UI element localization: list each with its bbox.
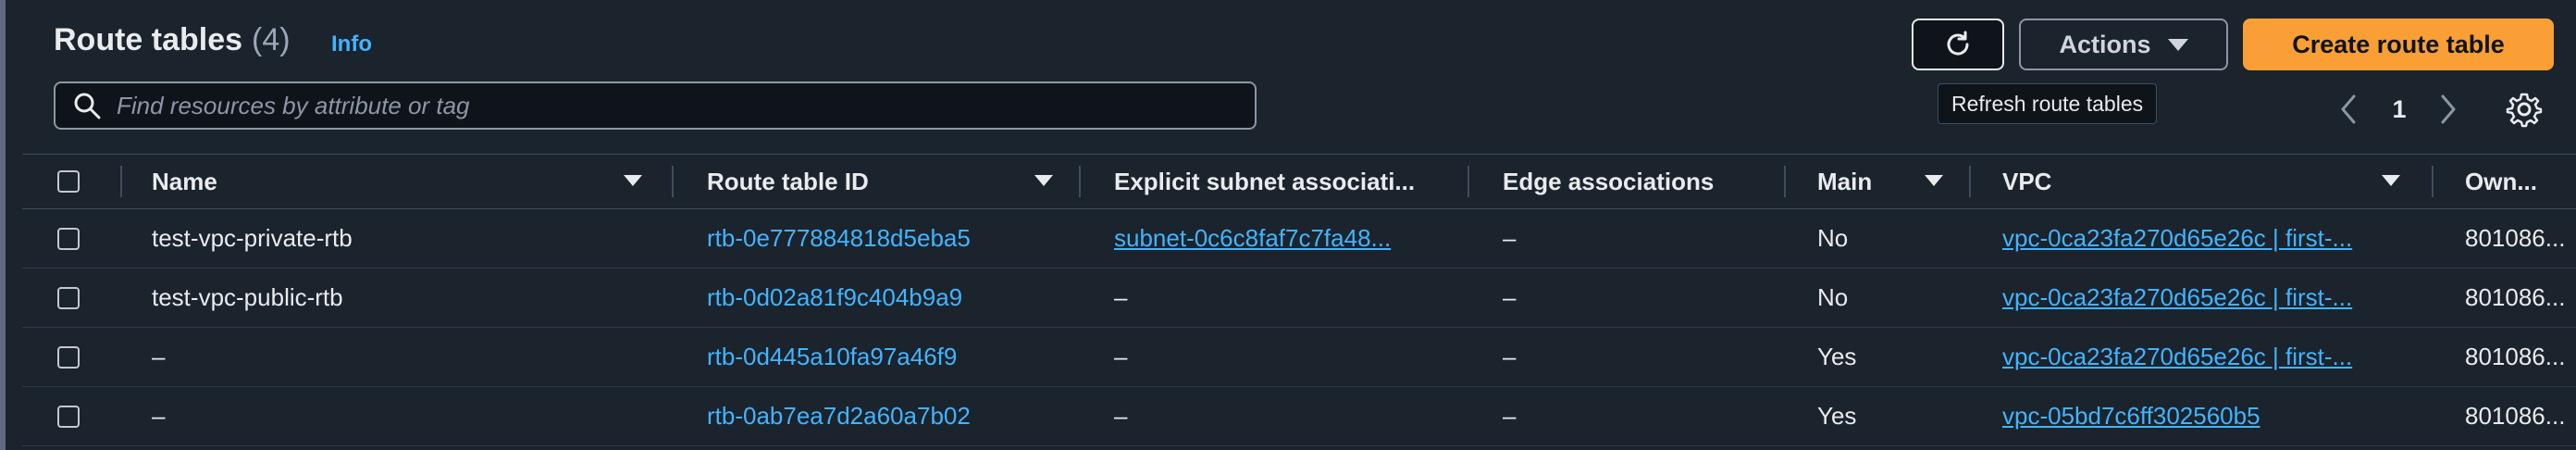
table-row[interactable]: – rtb-0ab7ea7d2a60a7b02 – – Yes vpc-05bd…: [22, 387, 2576, 446]
cell-route-table-id[interactable]: rtb-0d445a10fa97a46f9: [707, 328, 1077, 386]
search-input[interactable]: [115, 90, 1255, 121]
caret-down-icon: [2167, 38, 2188, 51]
cell-vpc[interactable]: vpc-0ca23fa270d65e26c | first-...: [2002, 328, 2419, 386]
search-box[interactable]: [54, 81, 1257, 130]
cell-vpc[interactable]: vpc-05bd7c6ff302560b5: [2002, 387, 2419, 445]
cell-route-table-id[interactable]: rtb-0e777884818d5eba5: [707, 209, 1077, 268]
column-header-name[interactable]: Name: [152, 155, 651, 208]
sort-down-icon[interactable]: [1925, 175, 1943, 186]
row-checkbox[interactable]: [57, 345, 80, 369]
column-header-route-table-id[interactable]: Route table ID: [707, 155, 1077, 208]
cell-name: test-vpc-private-rtb: [152, 224, 353, 252]
refresh-tooltip: Refresh route tables: [1938, 83, 2158, 124]
cell-owner: 801086...: [2465, 343, 2566, 370]
cell-edge-associations: –: [1503, 343, 1517, 370]
cell-vpc[interactable]: vpc-0ca23fa270d65e26c | first-...: [2002, 269, 2419, 327]
actions-dropdown-button[interactable]: Actions: [2019, 19, 2228, 70]
current-page[interactable]: 1: [2385, 91, 2413, 128]
table-row[interactable]: – rtb-0d445a10fa97a46f9 – – Yes vpc-0ca2…: [22, 328, 2576, 387]
cell-name: –: [152, 402, 166, 430]
table-header: Name Route table ID Explicit subnet asso…: [22, 154, 2576, 209]
create-route-table-button[interactable]: Create route table: [2243, 19, 2554, 70]
select-all-checkbox[interactable]: [57, 170, 80, 193]
column-header-subnet-associations[interactable]: Explicit subnet associati...: [1114, 155, 1447, 208]
column-divider: [1784, 166, 1786, 197]
actions-label: Actions: [2059, 30, 2151, 58]
search-icon: [74, 93, 101, 119]
route-table-count: (4): [252, 22, 291, 57]
page-title: Route tables (4): [54, 22, 291, 58]
cell-main: No: [1817, 283, 1849, 311]
column-divider: [120, 166, 122, 197]
cell-name: –: [152, 343, 166, 370]
column-divider: [1969, 166, 1971, 197]
gear-icon[interactable]: [2506, 91, 2543, 128]
row-checkbox[interactable]: [57, 227, 80, 250]
cell-name: test-vpc-public-rtb: [152, 283, 343, 311]
refresh-icon: [1947, 31, 1969, 56]
cell-route-table-id[interactable]: rtb-0d02a81f9c404b9a9: [707, 269, 1077, 327]
column-divider: [1079, 166, 1081, 197]
column-header-owner[interactable]: Own...: [2465, 155, 2576, 208]
table-row[interactable]: test-vpc-private-rtb rtb-0e777884818d5eb…: [22, 209, 2576, 269]
sort-down-icon[interactable]: [1034, 175, 1053, 186]
cell-edge-associations: –: [1503, 283, 1517, 311]
column-divider: [1468, 166, 1469, 197]
page-title-text: Route tables: [54, 22, 243, 57]
cell-owner: 801086...: [2465, 224, 2566, 252]
cell-owner: 801086...: [2465, 283, 2566, 311]
column-divider: [672, 166, 674, 197]
info-link[interactable]: Info: [331, 31, 372, 57]
sort-down-icon[interactable]: [624, 175, 642, 186]
route-tables-panel: Route tables (4) Info Actions Create rout…: [6, 0, 2576, 450]
cell-edge-associations: –: [1503, 402, 1517, 430]
route-tables-table: Name Route table ID Explicit subnet asso…: [22, 154, 2576, 446]
cell-route-table-id[interactable]: rtb-0ab7ea7d2a60a7b02: [707, 387, 1077, 445]
column-header-vpc[interactable]: VPC: [2002, 155, 2419, 208]
cell-owner: 801086...: [2465, 402, 2566, 430]
cell-subnet-association: –: [1114, 283, 1128, 311]
cell-subnet-association: –: [1114, 402, 1128, 430]
row-checkbox[interactable]: [57, 286, 80, 309]
column-header-edge-associations[interactable]: Edge associations: [1503, 155, 1799, 208]
column-divider: [2432, 166, 2434, 197]
cell-main: No: [1817, 224, 1849, 252]
refresh-button[interactable]: [1912, 19, 2004, 70]
cell-main: Yes: [1817, 343, 1857, 370]
chevron-left-icon[interactable]: [2334, 91, 2363, 128]
column-header-main[interactable]: Main: [1817, 155, 1984, 208]
table-row[interactable]: test-vpc-public-rtb rtb-0d02a81f9c404b9a…: [22, 269, 2576, 328]
row-checkbox[interactable]: [57, 405, 80, 428]
cell-main: Yes: [1817, 402, 1857, 430]
chevron-right-icon[interactable]: [2434, 91, 2463, 128]
sort-down-icon[interactable]: [2382, 175, 2400, 186]
cell-edge-associations: –: [1503, 224, 1517, 252]
cell-subnet-association: –: [1114, 343, 1128, 370]
cell-subnet-association[interactable]: subnet-0c6c8faf7c7fa48...: [1114, 209, 1447, 268]
cell-vpc[interactable]: vpc-0ca23fa270d65e26c | first-...: [2002, 209, 2419, 268]
